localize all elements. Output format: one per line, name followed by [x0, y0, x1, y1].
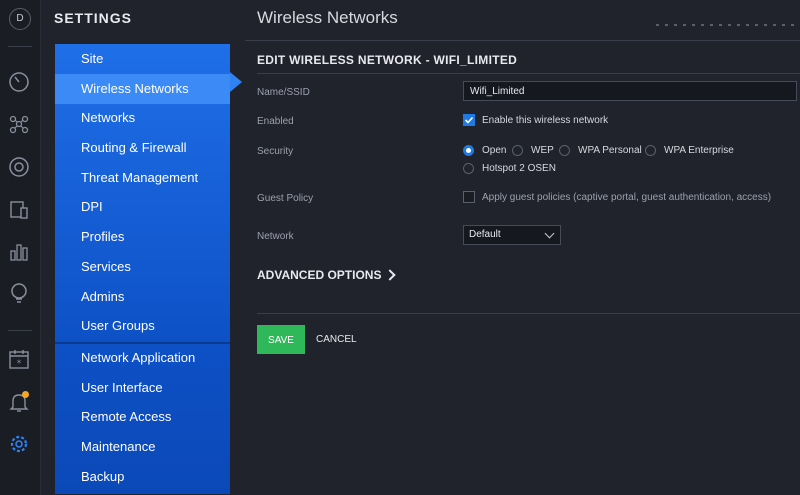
- nav-item-user-interface[interactable]: User Interface: [81, 374, 163, 402]
- svg-text:*: *: [17, 359, 22, 369]
- network-label: Network: [257, 231, 294, 242]
- header-dots: [656, 24, 796, 26]
- nav-item-wireless-networks[interactable]: Wireless Networks: [81, 75, 189, 103]
- topology-icon[interactable]: [8, 113, 30, 135]
- security-wpa-personal-radio[interactable]: [559, 145, 570, 156]
- security-wpa-enterprise-label: WPA Enterprise: [664, 145, 734, 156]
- security-hotspot2-osen-radio[interactable]: [463, 163, 474, 174]
- enabled-checkbox[interactable]: [463, 114, 475, 126]
- security-hotspot2-osen-label: Hotspot 2 OSEN: [482, 163, 556, 174]
- page-title: Wireless Networks: [257, 8, 398, 27]
- insights-icon[interactable]: [8, 282, 30, 304]
- nav-item-profiles[interactable]: Profiles: [81, 223, 124, 251]
- nav-item-threat-management[interactable]: Threat Management: [81, 164, 198, 192]
- security-wpa-enterprise-radio[interactable]: [645, 145, 656, 156]
- rail-divider: [8, 330, 32, 331]
- network-select-value: Default: [469, 229, 501, 240]
- security-wep-radio[interactable]: [512, 145, 523, 156]
- target-icon[interactable]: [8, 156, 30, 178]
- name-ssid-input[interactable]: Wifi_Limited: [463, 81, 797, 101]
- nav-item-network-application[interactable]: Network Application: [81, 344, 195, 372]
- user-avatar[interactable]: D: [9, 8, 31, 30]
- speedometer-icon[interactable]: [8, 71, 30, 93]
- devices-icon[interactable]: [8, 199, 30, 221]
- enabled-label: Enabled: [257, 116, 294, 127]
- guest-policy-checkbox[interactable]: [463, 191, 475, 203]
- network-select[interactable]: Default: [463, 225, 561, 245]
- settings-nav: Site Wireless Networks Networks Routing …: [55, 44, 230, 494]
- security-wpa-personal-label: WPA Personal: [578, 145, 642, 156]
- checkmark-icon: [464, 116, 474, 124]
- chevron-down-icon: [544, 228, 555, 239]
- security-open-radio[interactable]: [463, 145, 474, 156]
- calendar-icon[interactable]: *: [8, 348, 30, 370]
- nav-item-site[interactable]: Site: [81, 45, 103, 73]
- advanced-options-toggle[interactable]: ADVANCED OPTIONS: [257, 268, 381, 282]
- nav-item-user-groups[interactable]: User Groups: [81, 312, 155, 340]
- header-divider: [245, 40, 800, 41]
- nav-item-maintenance[interactable]: Maintenance: [81, 433, 155, 461]
- notification-dot: [22, 391, 29, 398]
- enabled-text: Enable this wireless network: [482, 115, 609, 126]
- nav-item-backup[interactable]: Backup: [81, 463, 124, 491]
- nav-item-routing-firewall[interactable]: Routing & Firewall: [81, 134, 187, 162]
- guest-policy-text: Apply guest policies (captive portal, gu…: [482, 192, 772, 203]
- security-open-label: Open: [482, 145, 507, 156]
- icon-rail: D *: [0, 0, 41, 495]
- security-label: Security: [257, 146, 294, 157]
- guest-policy-label: Guest Policy: [257, 193, 314, 204]
- settings-title: SETTINGS: [54, 10, 133, 26]
- nav-item-remote-access[interactable]: Remote Access: [81, 403, 171, 431]
- save-button[interactable]: SAVE: [257, 325, 305, 354]
- rail-divider: [8, 46, 32, 47]
- cancel-button[interactable]: CANCEL: [316, 325, 357, 354]
- name-ssid-label: Name/SSID: [257, 87, 310, 98]
- nav-selected-pointer: [230, 72, 242, 92]
- security-wep-label: WEP: [531, 145, 554, 156]
- bar-chart-icon[interactable]: [8, 240, 30, 262]
- nav-item-admins[interactable]: Admins: [81, 283, 124, 311]
- form-heading-divider: [257, 73, 800, 74]
- gear-icon[interactable]: [8, 433, 30, 455]
- nav-item-services[interactable]: Services: [81, 253, 131, 281]
- nav-item-dpi[interactable]: DPI: [81, 193, 103, 221]
- chevron-right-icon[interactable]: [384, 269, 396, 281]
- actions-divider: [257, 313, 800, 314]
- form-heading: EDIT WIRELESS NETWORK - WIFI_LIMITED: [257, 53, 518, 67]
- nav-item-networks[interactable]: Networks: [81, 104, 135, 132]
